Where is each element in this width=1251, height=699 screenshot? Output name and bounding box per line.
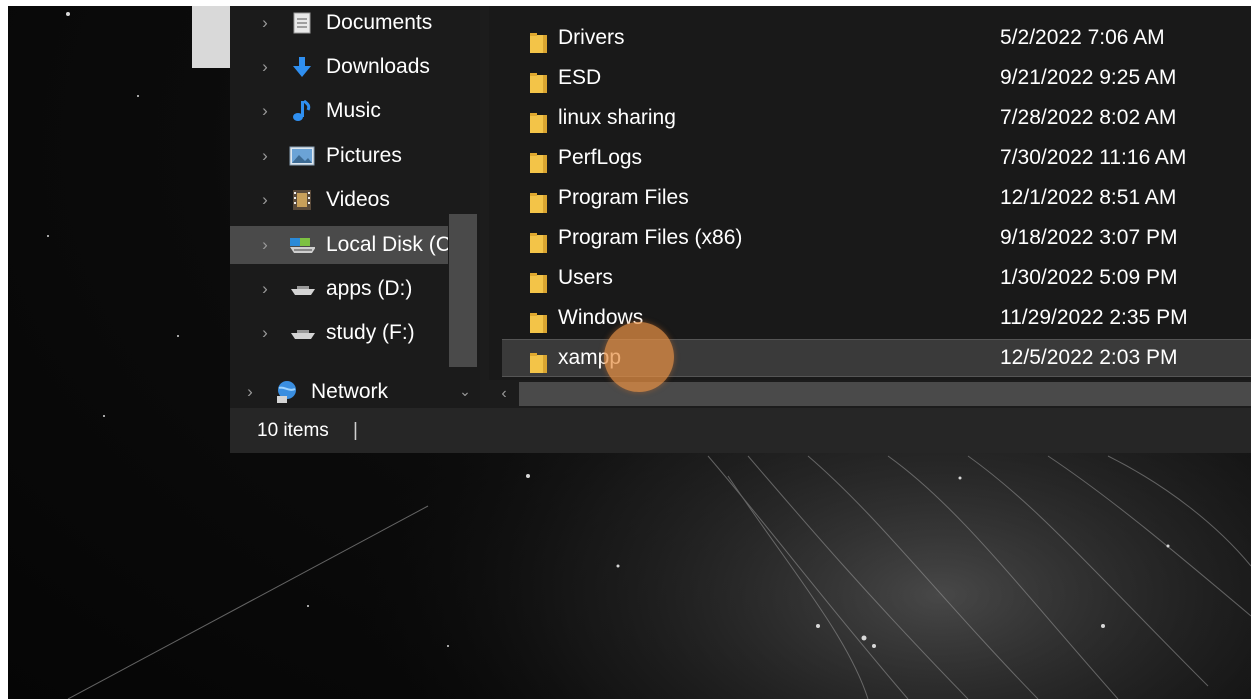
nav-item-label: Local Disk (C [326, 233, 448, 256]
pane-splitter[interactable] [480, 6, 489, 408]
pictures-icon [289, 145, 315, 167]
file-date-modified: 7/30/2022 11:16 AM [1000, 146, 1187, 169]
nav-item-downloads[interactable]: › Downloads [230, 48, 448, 86]
videos-icon [289, 189, 315, 211]
file-row-program-files-x86[interactable]: Program Files (x86) 9/18/2022 3:07 PM [511, 219, 1251, 257]
documents-icon [289, 12, 315, 34]
file-name: linux sharing [558, 106, 676, 129]
file-name: PerfLogs [558, 146, 643, 169]
nav-item-label: Videos [326, 188, 390, 211]
scroll-down-icon[interactable]: ⌄ [456, 382, 474, 400]
file-name: ESD [558, 66, 602, 89]
file-row-users[interactable]: Users 1/30/2022 5:09 PM [511, 259, 1251, 297]
file-date-modified: 5/2/2022 7:06 AM [1000, 26, 1165, 49]
folder-icon [530, 349, 548, 373]
item-count: 10 items [257, 420, 329, 441]
local-disk-icon [289, 234, 315, 256]
file-date-modified: 11/29/2022 2:35 PM [1000, 306, 1188, 329]
expand-chevron-icon[interactable]: › [258, 314, 272, 352]
file-row-linux-sharing[interactable]: linux sharing 7/28/2022 8:02 AM [511, 99, 1251, 137]
nav-item-apps-d[interactable]: › apps (D:) [230, 270, 448, 308]
expand-chevron-icon[interactable]: › [258, 92, 272, 130]
file-date-modified: 7/28/2022 8:02 AM [1000, 106, 1177, 129]
nav-item-label: Pictures [326, 144, 402, 167]
expand-chevron-icon[interactable]: › [258, 270, 272, 308]
drive-icon [289, 278, 315, 300]
expand-chevron-icon[interactable]: › [258, 48, 272, 86]
file-date-modified: 9/21/2022 9:25 AM [1000, 66, 1177, 89]
folder-icon [530, 268, 548, 293]
nav-item-label: Downloads [326, 55, 430, 78]
expand-chevron-icon[interactable]: › [243, 373, 257, 408]
nav-item-local-disk-c[interactable]: › Local Disk (C [230, 226, 448, 264]
drive-icon [289, 322, 315, 344]
expand-chevron-icon[interactable]: › [258, 226, 272, 264]
network-icon [274, 381, 300, 403]
nav-item-study-f[interactable]: › study (F:) [230, 314, 448, 352]
nav-item-label: Network [311, 380, 389, 403]
file-date-modified: 12/1/2022 8:51 AM [1000, 186, 1177, 209]
folder-icon [530, 228, 548, 253]
downloads-icon [289, 56, 315, 78]
file-date-modified: 9/18/2022 3:07 PM [1000, 226, 1178, 249]
file-name: Program Files [558, 186, 689, 209]
file-date-modified: 1/30/2022 5:09 PM [1000, 266, 1178, 289]
horizontal-scrollbar[interactable]: ‹ [489, 380, 1251, 408]
desktop-background: › Documents › Downloads › Music › Pictur… [8, 6, 1251, 699]
nav-item-videos[interactable]: › Videos [230, 181, 448, 219]
folder-icon [530, 148, 548, 173]
file-explorer-window: › Documents › Downloads › Music › Pictur… [230, 6, 1251, 453]
file-name: Users [558, 266, 613, 289]
nav-item-label: Documents [326, 11, 433, 34]
file-name: Drivers [558, 26, 625, 49]
expand-chevron-icon[interactable]: › [258, 6, 272, 42]
nav-item-label: study (F:) [326, 321, 415, 344]
file-row-program-files[interactable]: Program Files 12/1/2022 8:51 AM [511, 179, 1251, 217]
music-icon [289, 100, 315, 122]
folder-icon [530, 308, 548, 333]
file-list: Drivers 5/2/2022 7:06 AM ESD 9/21/2022 9… [489, 6, 1251, 408]
folder-icon [530, 188, 548, 213]
folder-icon [530, 68, 548, 93]
folder-icon [530, 28, 548, 53]
expand-chevron-icon[interactable]: › [258, 137, 272, 175]
nav-item-documents[interactable]: › Documents [230, 6, 448, 42]
scroll-left-icon[interactable]: ‹ [495, 384, 513, 404]
file-date-modified: 12/5/2022 2:03 PM [1000, 346, 1178, 369]
nav-item-music[interactable]: › Music [230, 92, 448, 130]
status-separator: | [353, 420, 358, 441]
status-bar: 10 items | [230, 408, 1251, 453]
nav-pane-scroll-thumb[interactable] [449, 214, 477, 367]
expand-chevron-icon[interactable]: › [258, 181, 272, 219]
file-row-perflogs[interactable]: PerfLogs 7/30/2022 11:16 AM [511, 139, 1251, 177]
nav-item-pictures[interactable]: › Pictures [230, 137, 448, 175]
nav-item-label: apps (D:) [326, 277, 413, 300]
file-name: Program Files (x86) [558, 226, 743, 249]
file-row-drivers[interactable]: Drivers 5/2/2022 7:06 AM [511, 19, 1251, 57]
file-row-esd[interactable]: ESD 9/21/2022 9:25 AM [511, 59, 1251, 97]
click-indicator [604, 322, 674, 392]
folder-icon [530, 108, 548, 133]
nav-item-network[interactable]: › Network [230, 373, 433, 408]
navigation-pane: › Documents › Downloads › Music › Pictur… [230, 6, 480, 408]
nav-item-label: Music [326, 99, 381, 122]
